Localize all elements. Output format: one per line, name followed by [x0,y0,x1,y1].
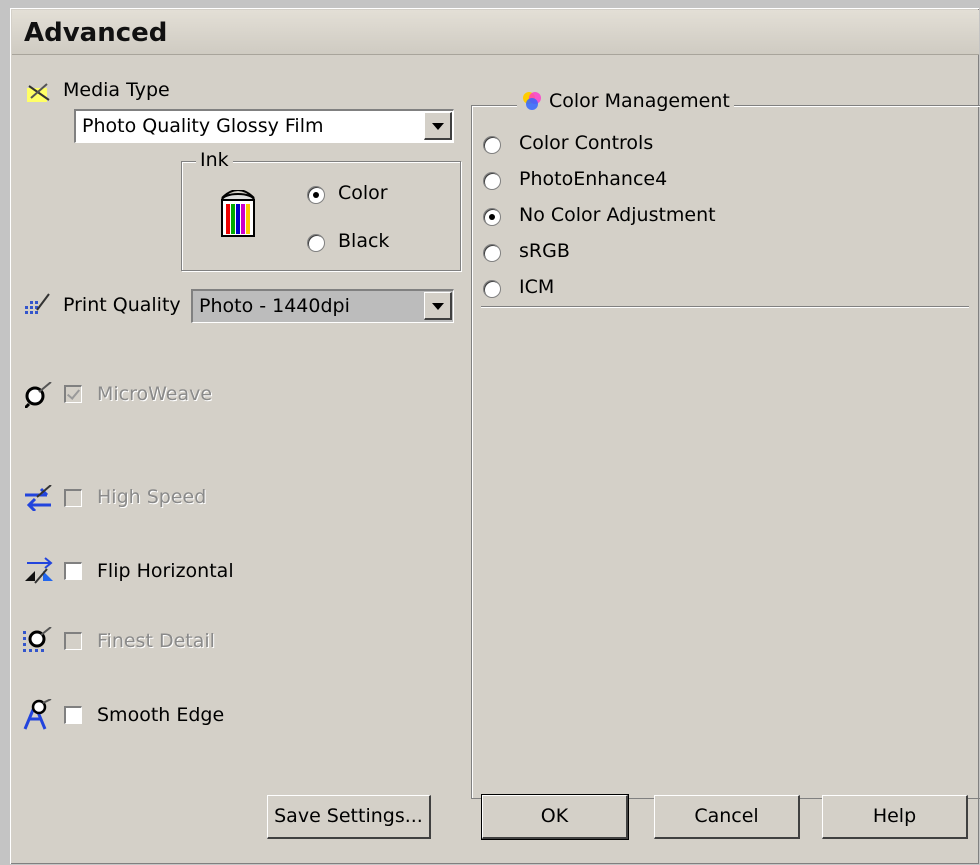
title-bar: Advanced [12,10,979,55]
high-speed-icon [25,485,52,511]
media-type-value: Photo Quality Glossy Film [82,115,324,137]
srgb-label[interactable]: sRGB [519,240,570,262]
flip-horizontal-checkbox[interactable] [64,562,82,580]
help-button[interactable]: Help [822,795,968,839]
ink-group: Ink Color Black [181,149,461,271]
smooth-edge-checkbox[interactable] [64,706,82,724]
media-type-dropdown[interactable]: Photo Quality Glossy Film [74,109,454,143]
smooth-edge-label[interactable]: Smooth Edge [97,704,224,726]
high-speed-checkbox[interactable] [64,489,82,507]
smooth-edge-icon [23,699,52,730]
print-quality-dropdown[interactable]: Photo - 1440dpi [191,289,454,323]
photoenhance4-radio[interactable] [483,172,501,190]
print-quality-value: Photo - 1440dpi [199,295,350,317]
microweave-label[interactable]: MicroWeave [97,383,212,405]
print-quality-label: Print Quality [63,294,181,316]
cancel-button[interactable]: Cancel [654,795,800,839]
color-management-legend: Color Management [517,90,734,112]
microweave-icon [25,382,52,408]
srgb-radio[interactable] [483,244,501,262]
color-management-group: Color Management Color Controls PhotoEnh… [481,90,969,307]
high-speed-label[interactable]: High Speed [97,486,206,508]
ok-button[interactable]: OK [481,794,629,840]
color-controls-radio[interactable] [483,136,501,154]
color-controls-label[interactable]: Color Controls [519,132,653,154]
flip-horizontal-label[interactable]: Flip Horizontal [97,560,234,582]
icm-radio[interactable] [483,280,501,298]
photoenhance4-label[interactable]: PhotoEnhance4 [519,168,667,190]
advanced-dialog: Advanced Media Type Photo Quality Glossy… [10,8,980,864]
flip-horizontal-icon [25,557,53,584]
media-type-icon [27,83,50,102]
window-title: Advanced [24,18,168,48]
finest-detail-label[interactable]: Finest Detail [97,630,215,652]
no-color-adjustment-radio[interactable] [483,208,501,226]
finest-detail-icon [23,627,52,652]
icm-label[interactable]: ICM [519,276,554,298]
ink-color-label[interactable]: Color [338,182,388,204]
ink-bucket-icon [221,190,255,237]
microweave-checkbox[interactable] [64,385,82,403]
media-type-label: Media Type [63,79,170,101]
chevron-down-icon[interactable] [424,112,452,140]
ink-group-label: Ink [196,149,233,171]
no-color-adjustment-label[interactable]: No Color Adjustment [519,204,716,226]
ink-black-radio[interactable] [307,234,325,252]
save-settings-button[interactable]: Save Settings... [267,795,431,839]
ink-color-radio[interactable] [307,186,325,204]
print-quality-icon [25,293,50,314]
color-management-icon [523,92,541,110]
ink-black-label[interactable]: Black [338,230,389,252]
finest-detail-checkbox[interactable] [64,632,82,650]
chevron-down-icon[interactable] [424,292,452,320]
color-management-label: Color Management [549,90,730,112]
